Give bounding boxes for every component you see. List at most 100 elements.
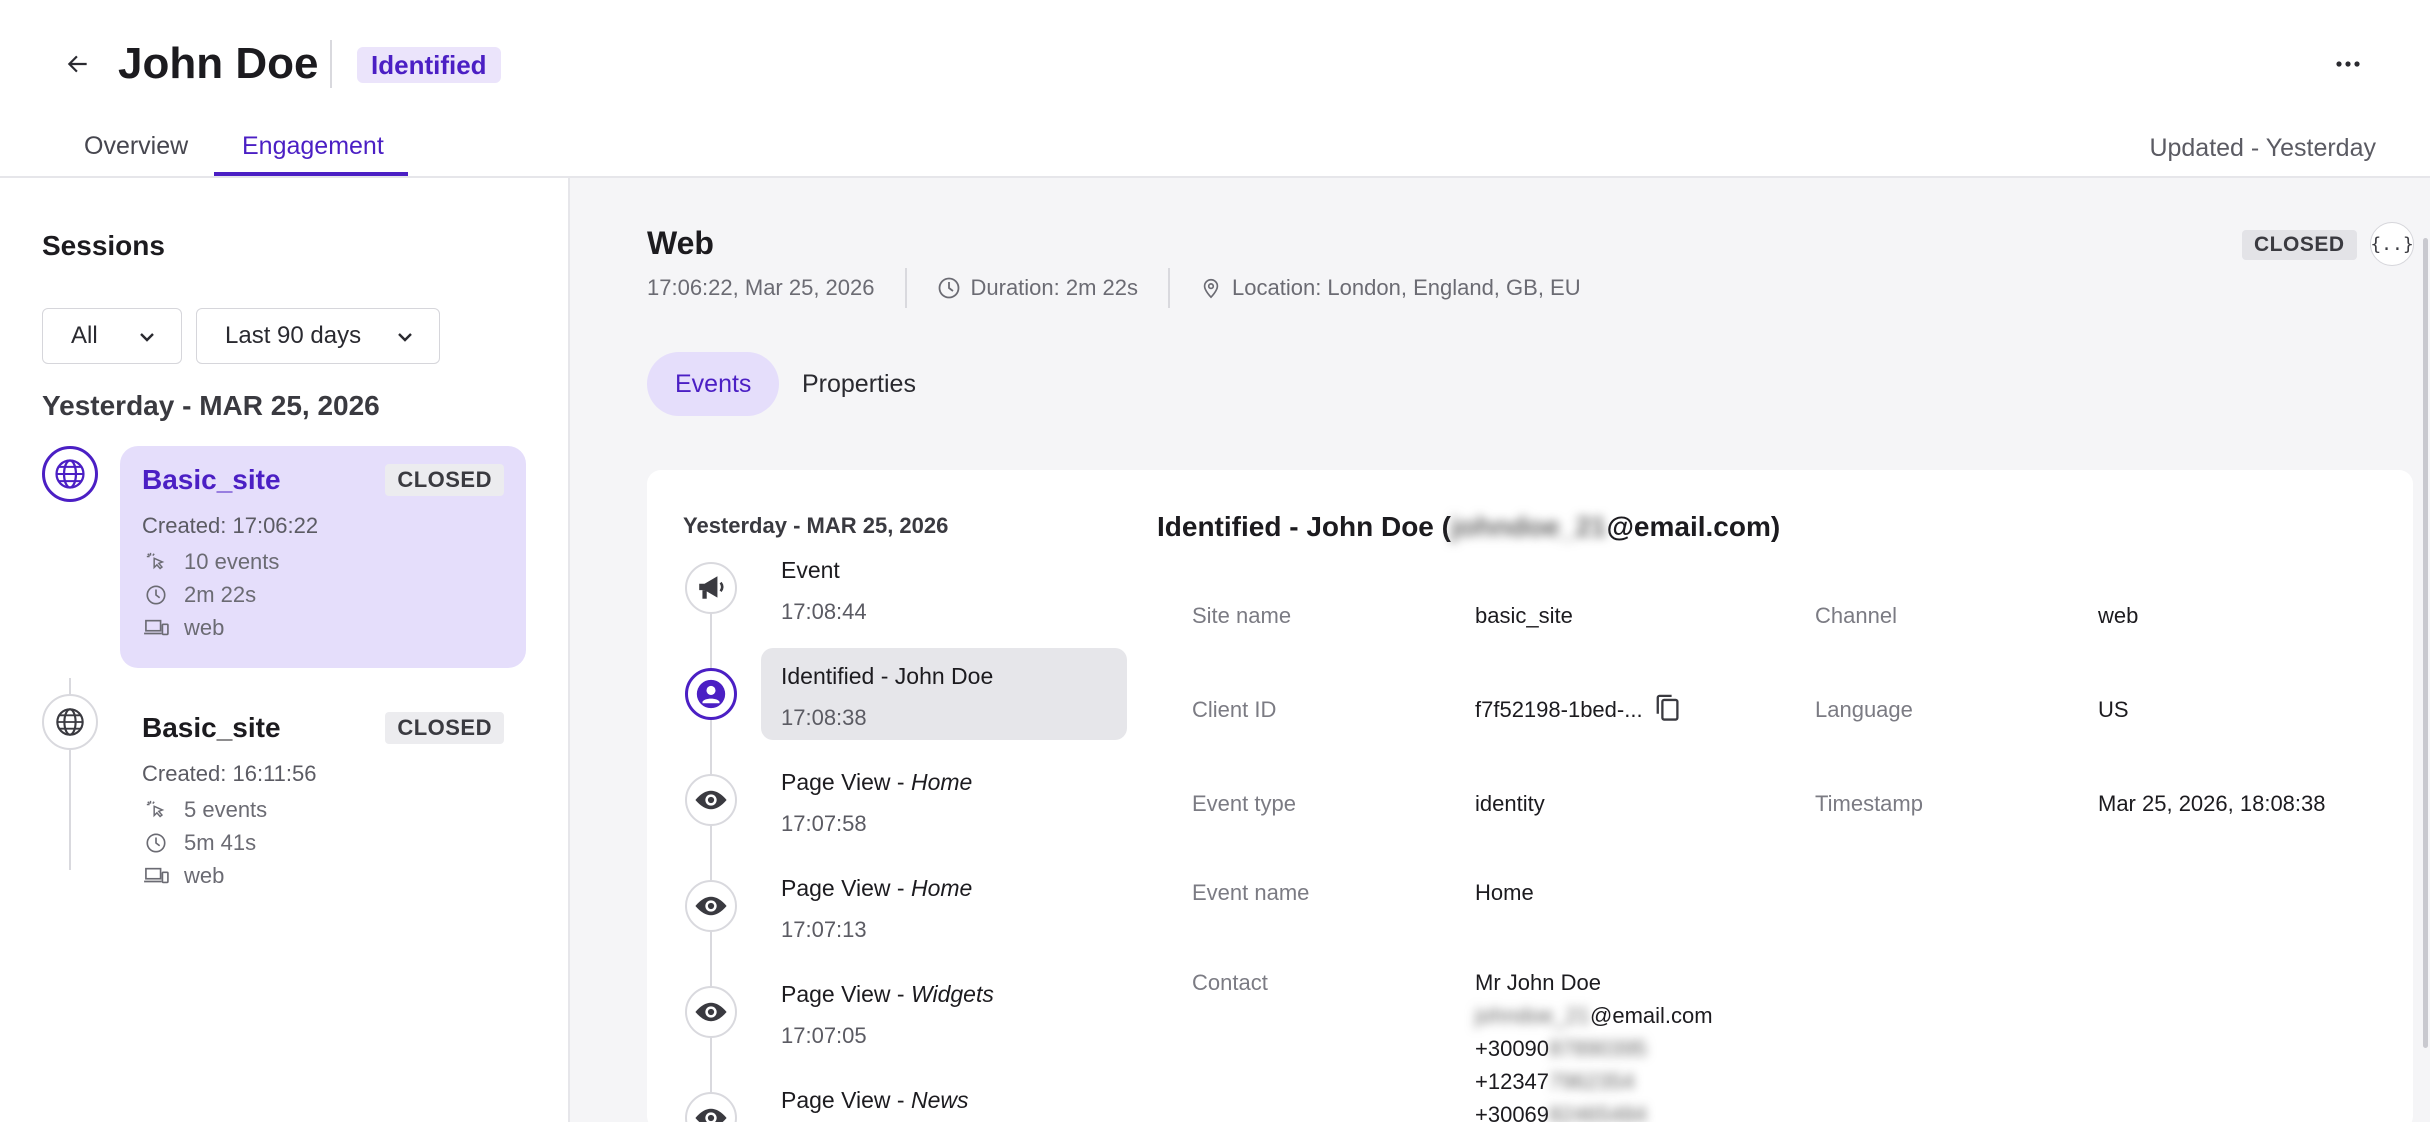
event-name-label: Event name xyxy=(1192,880,1310,905)
event-item[interactable]: Page View - Home 17:07:13 xyxy=(761,860,1127,952)
event-time: 17:07:13 xyxy=(781,917,867,942)
contact-phone: +3009087890395 xyxy=(1475,1036,1647,1061)
devices-icon xyxy=(142,614,170,642)
sessions-date-heading: Yesterday - MAR 25, 2026 xyxy=(42,390,380,421)
session-meta: 17:06:22, Mar 25, 2026 Duration: 2m 22s … xyxy=(647,268,1581,308)
tab-overview[interactable]: Overview xyxy=(84,128,188,164)
meta-divider xyxy=(904,268,907,308)
timestamp-value: Mar 25, 2026, 18:08:38 xyxy=(2098,791,2326,816)
session-created: Created: 16:11:56 xyxy=(142,761,317,786)
session-duration: Duration: 2m 22s xyxy=(970,275,1139,300)
click-icon xyxy=(142,548,170,576)
session-channel-title: Web xyxy=(647,225,714,261)
megaphone-icon xyxy=(685,562,737,614)
tab-events[interactable]: Events xyxy=(647,352,780,416)
devices-icon xyxy=(142,862,170,890)
contact-email: johndoe_21@email.com xyxy=(1475,1003,1713,1028)
event-item[interactable]: Event 17:08:44 xyxy=(761,542,1127,634)
chevron-down-icon xyxy=(398,333,412,342)
timestamp-label: Timestamp xyxy=(1815,791,1923,816)
session-type-filter[interactable]: All xyxy=(42,308,182,364)
contact-name: Mr John Doe xyxy=(1475,970,1601,995)
session-channel-row: web xyxy=(142,612,224,644)
session-status-badge: CLOSED xyxy=(385,464,504,496)
events-date-heading: Yesterday - MAR 25, 2026 xyxy=(683,513,949,538)
sessions-sidebar: Sessions All Last 90 days Yesterday - MA… xyxy=(0,178,570,1122)
session-duration-row: 5m 41s xyxy=(142,827,256,859)
page-title: John Doe xyxy=(118,39,319,88)
session-name: Basic_site xyxy=(142,712,281,743)
session-type-filter-value: All xyxy=(71,322,98,349)
active-tab-indicator xyxy=(214,172,408,176)
event-name: Page View - News xyxy=(781,1087,969,1113)
clock-icon xyxy=(142,581,170,609)
event-name: Page View - Home xyxy=(781,769,973,795)
contact-label: Contact xyxy=(1192,970,1268,995)
client-id-label: Client ID xyxy=(1192,697,1277,722)
event-name: Page View - Widgets xyxy=(781,981,994,1007)
timeline-connector xyxy=(710,580,712,1122)
globe-icon xyxy=(42,446,98,502)
meta-divider xyxy=(1168,268,1171,308)
copy-button[interactable] xyxy=(1649,690,1685,726)
event-detail-title: Identified - John Doe (johndoe_21@email.… xyxy=(1157,511,1781,542)
date-range-filter[interactable]: Last 90 days xyxy=(196,308,440,364)
session-location: Location: London, England, GB, EU xyxy=(1232,275,1581,300)
channel-label: Channel xyxy=(1815,603,1897,628)
click-icon xyxy=(142,796,170,824)
eye-icon xyxy=(685,986,737,1038)
sessions-title: Sessions xyxy=(42,230,165,261)
session-created: Created: 17:06:22 xyxy=(142,513,319,538)
event-item[interactable]: Page View - News xyxy=(761,1072,1127,1122)
session-status-badge: CLOSED xyxy=(2242,230,2357,260)
globe-icon xyxy=(42,694,98,750)
event-item[interactable]: Page View - Widgets 17:07:05 xyxy=(761,966,1127,1058)
event-item[interactable]: Identified - John Doe 17:08:38 xyxy=(761,648,1127,740)
session-detail: Web 17:06:22, Mar 25, 2026 Duration: 2m … xyxy=(570,178,2430,1122)
site-name-label: Site name xyxy=(1192,603,1292,628)
updated-text: Updated - Yesterday xyxy=(2149,134,2376,162)
event-time: 17:08:44 xyxy=(781,599,867,624)
event-type-label: Event type xyxy=(1192,791,1296,816)
blurred-email: johndoe_21 xyxy=(1451,511,1607,542)
session-status-badge: CLOSED xyxy=(385,712,504,744)
date-range-filter-value: Last 90 days xyxy=(225,322,362,349)
session-name: Basic_site xyxy=(142,464,281,495)
session-channel: web xyxy=(184,615,225,640)
channel-value: web xyxy=(2098,603,2139,628)
language-value: US xyxy=(2098,697,2129,722)
json-view-button[interactable]: {..} xyxy=(2370,222,2414,266)
event-name-value: Home xyxy=(1475,880,1534,905)
event-name: Page View - Home xyxy=(781,875,973,901)
more-horizontal-icon xyxy=(2336,61,2360,67)
more-options-button[interactable] xyxy=(2326,44,2370,84)
person-icon xyxy=(685,668,737,720)
tab-properties[interactable]: Properties xyxy=(774,352,944,416)
event-name: Identified - John Doe xyxy=(781,663,994,689)
chevron-down-icon xyxy=(140,333,154,342)
location-pin-icon xyxy=(1200,276,1222,300)
title-divider xyxy=(330,40,332,88)
status-badge: Identified xyxy=(357,47,501,83)
tab-engagement[interactable]: Engagement xyxy=(242,128,384,164)
scrollbar[interactable] xyxy=(2423,238,2428,1048)
event-item[interactable]: Page View - Home 17:07:58 xyxy=(761,754,1127,846)
session-duration: 5m 41s xyxy=(184,830,257,855)
eye-icon xyxy=(685,774,737,826)
session-duration: 2m 22s xyxy=(184,582,257,607)
session-channel-row: web xyxy=(142,860,224,892)
back-button[interactable] xyxy=(58,44,98,84)
event-time: 17:07:58 xyxy=(781,811,867,836)
language-label: Language xyxy=(1815,697,1913,722)
session-events-row: 5 events xyxy=(142,794,267,826)
session-duration-row: 2m 22s xyxy=(142,579,256,611)
eye-icon xyxy=(685,1092,737,1122)
session-card[interactable]: Basic_site CLOSED Created: 16:11:56 5 ev… xyxy=(120,694,526,894)
arrow-left-icon xyxy=(67,55,87,73)
copy-icon xyxy=(1656,694,1679,721)
site-name-value: basic_site xyxy=(1475,603,1573,628)
clock-icon xyxy=(142,829,170,857)
session-events-row: 10 events xyxy=(142,546,279,578)
session-datetime: 17:06:22, Mar 25, 2026 xyxy=(647,275,875,300)
session-card[interactable]: Basic_site CLOSED Created: 17:06:22 10 e… xyxy=(120,446,526,668)
